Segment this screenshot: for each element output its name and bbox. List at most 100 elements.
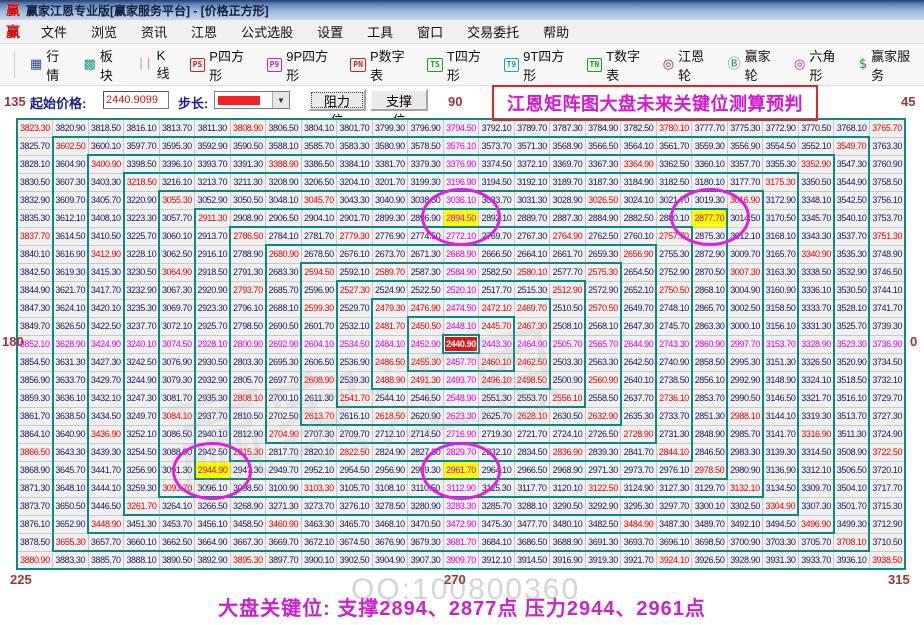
grid-cell: 3432.10 [87, 388, 125, 408]
grid-cell: 3736.90 [868, 334, 906, 354]
start-price-input[interactable] [103, 91, 169, 109]
menu-item-file[interactable]: 文件 [30, 20, 78, 43]
grid-cell: 3134.50 [761, 478, 799, 498]
toolbar-p-square-button[interactable]: PS P四方形 [185, 43, 258, 87]
resistance-button[interactable]: 阻力位 [308, 89, 366, 128]
grid-cell: 2476.90 [407, 298, 444, 318]
toolbar-winner-wheel-button[interactable]: Ⓑ 赢家轮 [723, 43, 785, 87]
grid-cell: 3746.50 [868, 262, 906, 282]
grid-cell: 2820.10 [300, 442, 338, 462]
grid-cell: 2572.90 [584, 280, 622, 300]
toolbar-kline-button[interactable]: ᛁᛁ K线 [132, 45, 181, 85]
grid-cell: 3338.50 [797, 262, 835, 282]
toolbar-p-number-table-button[interactable]: PN P数字表 [345, 43, 418, 87]
grid-cell: 3926.50 [691, 550, 728, 570]
grid-cell: 3434.50 [87, 406, 125, 426]
toolbar-9p-square-button[interactable]: P9 9P四方形 [262, 43, 342, 87]
chevron-down-icon[interactable]: ▼ [272, 92, 289, 108]
angle-label-90: 90 [448, 94, 463, 109]
menu-item-news[interactable]: 资讯 [130, 20, 178, 43]
grid-cell: 3019.30 [691, 190, 728, 210]
toolbar-winner-service-button[interactable]: $ 赢家服务 [854, 43, 924, 87]
9t-square-icon: T9 [503, 57, 520, 72]
grid-cell: 3319.30 [797, 406, 835, 426]
grid-cell: 2479.30 [371, 298, 409, 318]
grid-cell: 3561.70 [655, 136, 693, 156]
grid-cell: 2620.90 [407, 406, 444, 426]
grid-cell: 2570.50 [584, 298, 622, 318]
grid-cell: 3916.90 [549, 550, 586, 570]
grid-cell: 2625.70 [478, 406, 515, 426]
menu-item-browse[interactable]: 浏览 [80, 20, 128, 43]
grid-cell: 3880.90 [16, 550, 54, 570]
grid-cell: 3496.90 [797, 514, 835, 534]
grid-cell: 2985.70 [726, 424, 764, 444]
step-dropdown[interactable]: ▼ [214, 91, 290, 109]
grid-cell: 3463.30 [300, 514, 338, 534]
menu-item-formula-stock-pick[interactable]: 公式选股 [230, 20, 304, 43]
grid-cell: 2455.30 [406, 352, 444, 372]
grid-cell: 2517.70 [478, 280, 515, 300]
grid-cell: 3708.10 [833, 532, 870, 552]
toolbar-sectors-button[interactable]: ▩ 板块 [79, 43, 129, 87]
toolbar-hexagon-button[interactable]: ◎ 六角形 [789, 43, 850, 87]
grid-cell: 3597.70 [123, 136, 160, 156]
grid-cell: 3921.70 [620, 550, 657, 570]
toolbar-9t-square-button[interactable]: T9 9T四方形 [499, 43, 578, 87]
support-button[interactable]: 支撑位 [370, 89, 428, 128]
angle-label-45: 45 [901, 94, 916, 109]
menu-item-window[interactable]: 窗口 [406, 20, 454, 43]
grid-cell: 2541.70 [335, 388, 373, 408]
grid-cell: 2863.30 [690, 316, 728, 336]
grid-cell: 3705.70 [797, 532, 835, 552]
grid-cell: 3211.30 [229, 172, 267, 192]
grid-cell: 3448.90 [87, 514, 125, 534]
grid-cell: 3400.90 [87, 154, 125, 174]
grid-cell: 2536.90 [335, 352, 373, 372]
grid-cell: 3669.70 [265, 532, 302, 552]
menu-item-help[interactable]: 帮助 [532, 20, 580, 43]
toolbar-label: T数字表 [606, 48, 641, 83]
toolbar-t-square-button[interactable]: TS T四方形 [422, 43, 494, 87]
grid-cell: 3636.10 [51, 388, 89, 408]
grid-cell: 3004.90 [726, 280, 764, 300]
grid-cell: 2589.70 [371, 262, 409, 282]
grid-cell: 2553.70 [513, 388, 551, 408]
grid-cell: 2714.50 [407, 424, 444, 444]
grid-cell: 3607.30 [51, 172, 89, 192]
grid-cell: 2640.10 [619, 370, 657, 390]
grid-cell: 3847.30 [16, 298, 54, 318]
toolbar-quotes-button[interactable]: ▦ 行情 [25, 43, 75, 87]
grid-cell: 3002.50 [726, 298, 764, 318]
dollar-icon: $ [858, 57, 868, 72]
grid-cell: 3146.50 [761, 388, 799, 408]
grid-cell: 3585.70 [300, 136, 338, 156]
menu-item-gann[interactable]: 江恩 [180, 20, 228, 43]
grid-cell: 2882.50 [620, 208, 657, 228]
grid-cell: 3175.30 [762, 172, 799, 192]
grid-cell: 2724.10 [549, 424, 586, 444]
grid-cell: 2632.90 [584, 406, 622, 426]
grid-cell: 3480.10 [549, 514, 586, 534]
toolbar-gann-wheel-button[interactable]: ◎ 江恩轮 [658, 43, 719, 87]
grid-cell: 3532.90 [832, 262, 870, 282]
grid-cell: 3340.90 [797, 244, 835, 264]
grid-cell: 3919.30 [584, 550, 622, 570]
menu-item-trade-entrust[interactable]: 交易委托 [456, 20, 530, 43]
menu-item-settings[interactable]: 设置 [306, 20, 354, 43]
grid-cell: 3184.90 [620, 172, 657, 192]
grid-cell: 3091.30 [158, 460, 196, 480]
grid-cell: 2546.50 [407, 388, 444, 408]
grid-cell: 3436.90 [87, 424, 125, 444]
grid-cell: 3732.10 [868, 370, 906, 390]
toolbar-t-number-table-button[interactable]: TN T数字表 [582, 43, 654, 87]
grid-cell: 3446.50 [87, 496, 125, 516]
menu-item-tools[interactable]: 工具 [356, 20, 404, 43]
grid-cell: 2462.50 [513, 352, 551, 372]
grid-cell: 3624.10 [51, 298, 89, 318]
grid-cell: 3537.70 [832, 226, 870, 246]
grid-cell: 2978.50 [691, 460, 728, 480]
grid-cell: 3468.10 [371, 514, 409, 534]
grid-cell: 3384.10 [336, 154, 373, 174]
grid-cell: 2745.70 [655, 316, 693, 336]
